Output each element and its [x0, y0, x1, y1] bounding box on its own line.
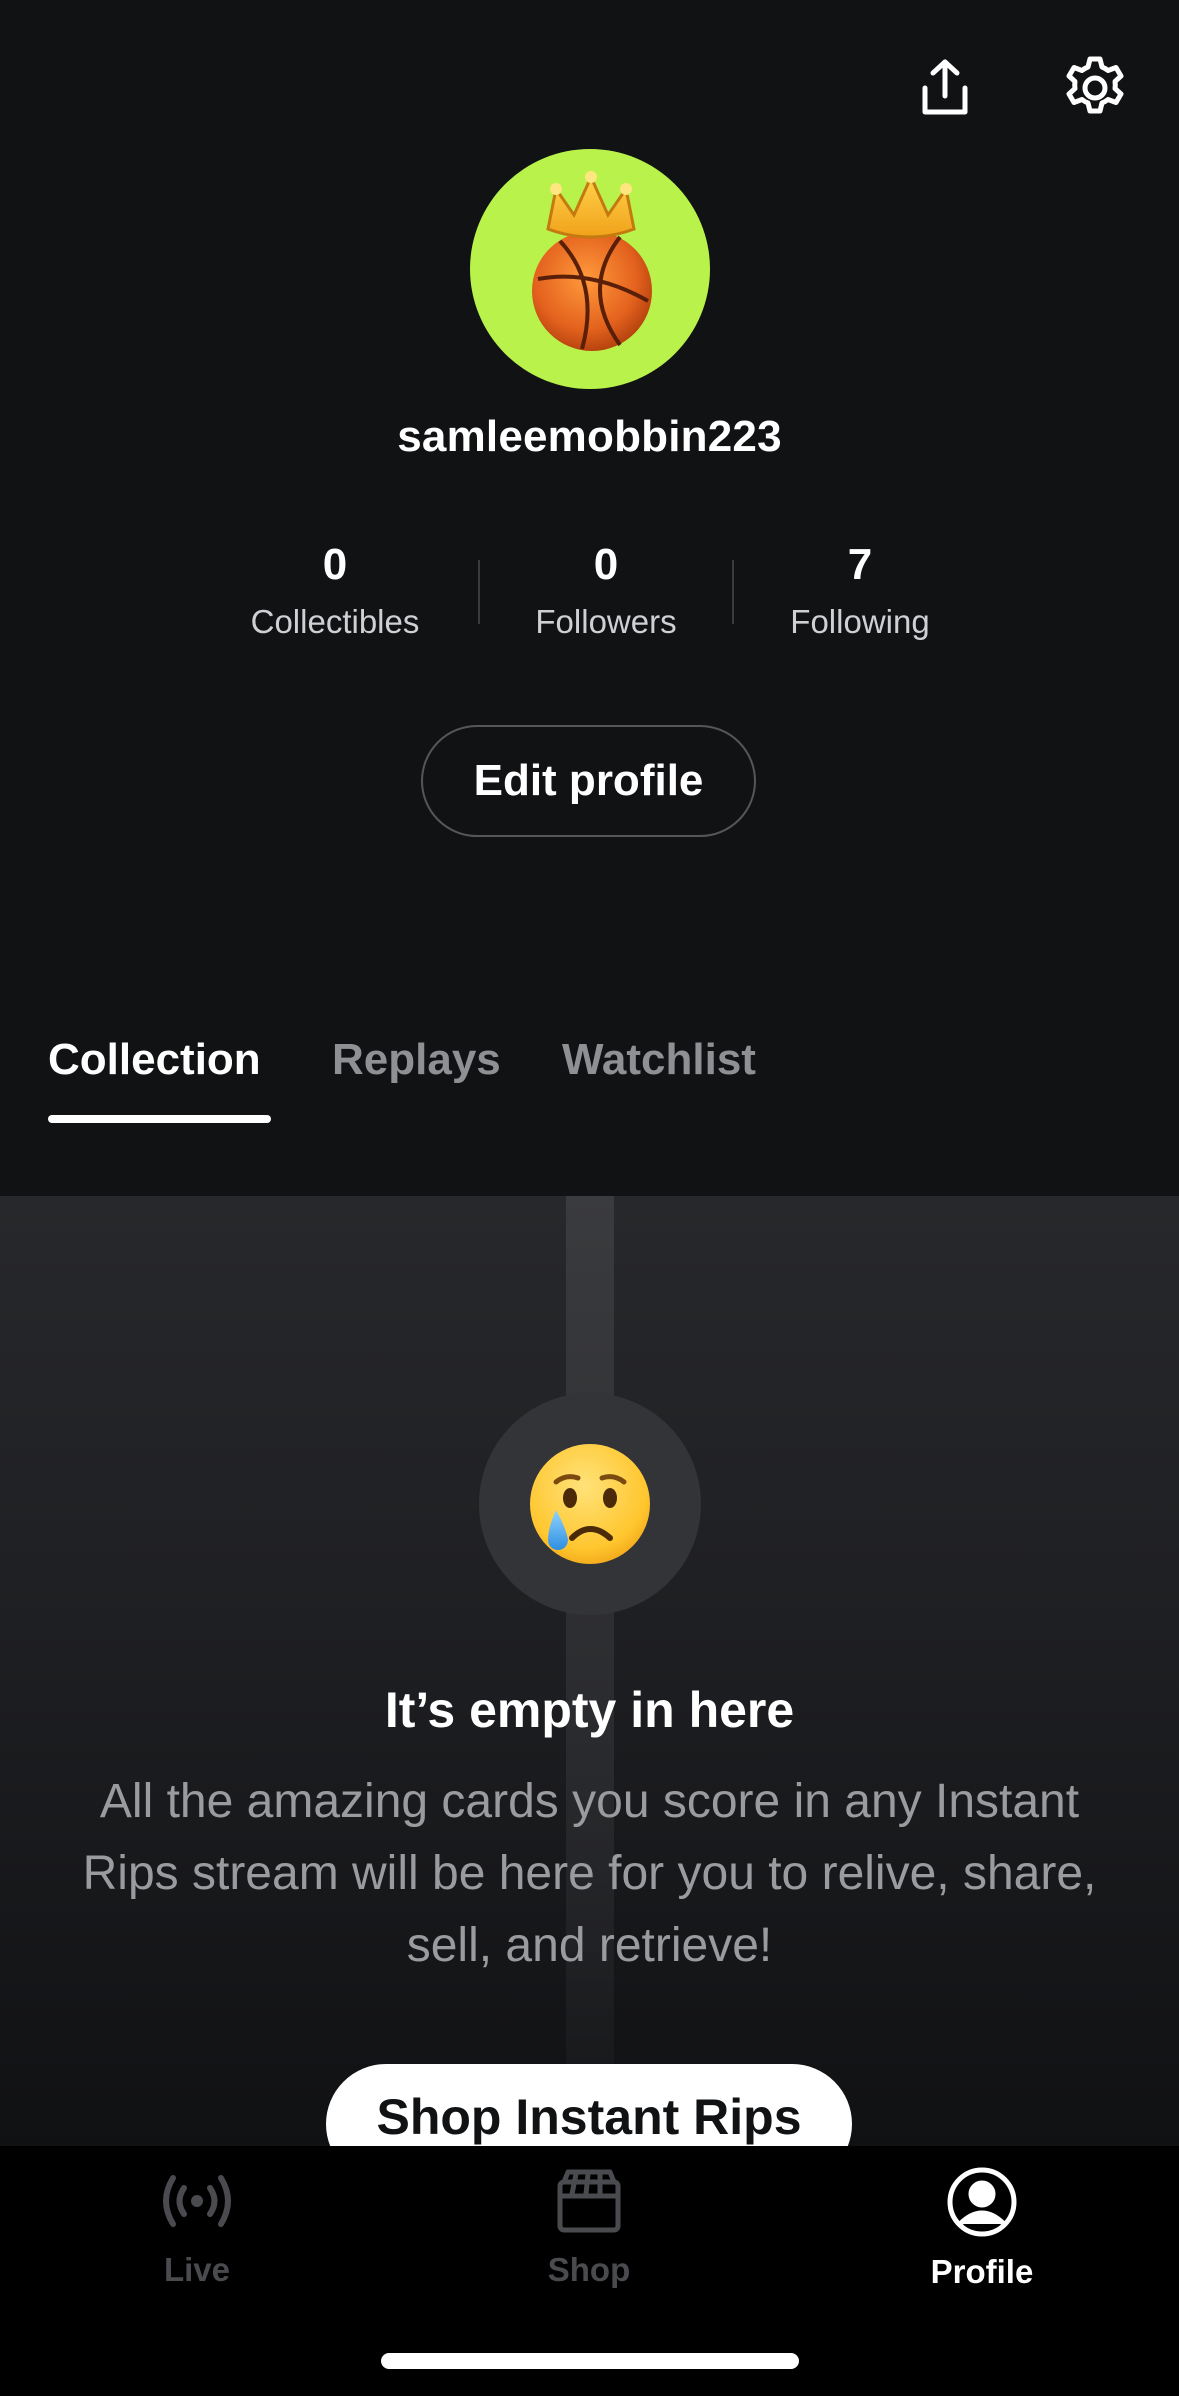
empty-state-description: All the amazing cards you score in any I…: [82, 1775, 1097, 1972]
stat-divider: [732, 560, 734, 624]
stat-value: 7: [847, 540, 873, 589]
stat-label: Followers: [535, 603, 677, 640]
gear-icon: [1066, 56, 1124, 114]
avatar[interactable]: [470, 149, 710, 389]
tab-collection[interactable]: Collection: [48, 1035, 261, 1085]
shop-instant-rips-button[interactable]: Shop Instant Rips: [326, 2064, 852, 2146]
nav-label: Shop: [547, 2251, 631, 2288]
stat-followers[interactable]: 0 Followers: [486, 535, 726, 645]
settings-button[interactable]: [1055, 48, 1135, 128]
stat-value: 0: [593, 540, 619, 589]
live-broadcast-icon: [163, 2175, 231, 2227]
shop-box-icon: [557, 2169, 621, 2233]
profile-stats: 0 Collectibles 0 Followers 7 Following: [0, 535, 1179, 655]
home-indicator: [381, 2353, 799, 2369]
nav-live[interactable]: Live: [97, 2166, 297, 2289]
stat-label: Collectibles: [250, 603, 420, 640]
crowned-basketball-avatar: [532, 171, 652, 351]
username: samleemobbin223: [397, 412, 782, 461]
tab-replays[interactable]: Replays: [332, 1035, 501, 1085]
active-tab-indicator: [48, 1115, 271, 1123]
share-button[interactable]: [905, 48, 985, 128]
empty-state-title: It’s empty in here: [384, 1682, 795, 1738]
nav-label: Profile: [930, 2253, 1034, 2290]
stat-collectibles[interactable]: 0 Collectibles: [215, 535, 455, 645]
profile-person-icon: [947, 2167, 1017, 2237]
edit-profile-button[interactable]: Edit profile: [421, 725, 756, 837]
nav-shop[interactable]: Shop: [489, 2166, 689, 2289]
stat-following[interactable]: 7 Following: [740, 535, 980, 645]
crying-face-icon: [530, 1444, 650, 1564]
empty-emoji-badge: [479, 1393, 701, 1615]
tab-watchlist[interactable]: Watchlist: [562, 1035, 756, 1085]
collection-panel: It’s empty in here All the amazing cards…: [0, 1196, 1179, 2146]
stat-value: 0: [322, 540, 348, 589]
nav-profile[interactable]: Profile: [882, 2166, 1082, 2291]
stat-label: Following: [790, 603, 930, 640]
stat-divider: [478, 560, 480, 624]
share-upload-icon: [922, 59, 968, 115]
nav-label: Live: [163, 2251, 231, 2288]
